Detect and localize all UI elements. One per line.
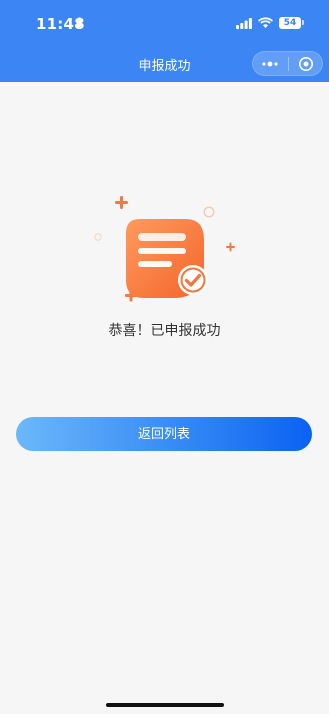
- more-icon[interactable]: [261, 59, 279, 69]
- success-illustration: [94, 196, 235, 302]
- check-badge-icon: [178, 265, 208, 295]
- home-indicator: [106, 703, 224, 707]
- person-icon: [75, 17, 84, 27]
- battery-tip: [302, 20, 304, 25]
- mini-program-capsule: [252, 51, 323, 76]
- wifi-icon: [258, 17, 273, 28]
- plus-sparkle-icon: [226, 242, 235, 252]
- plus-sparkle-icon: [115, 196, 128, 209]
- signal-icon: [236, 18, 252, 29]
- battery-indicator: 54: [279, 17, 301, 29]
- status-bar: 11:48 54: [0, 0, 329, 46]
- success-message: 恭喜！已申报成功: [108, 323, 221, 339]
- back-to-list-button[interactable]: 返回列表: [16, 417, 312, 451]
- close-mini-program-icon[interactable]: [298, 56, 314, 72]
- header: 11:48 54 申报成功: [0, 0, 329, 82]
- capsule-divider: [288, 57, 289, 71]
- ring-sparkle-icon: [203, 206, 215, 218]
- ring-sparkle-icon: [94, 233, 102, 241]
- screen: 11:48 54 申报成功 恭喜！已申报成功 返回列表: [0, 0, 329, 714]
